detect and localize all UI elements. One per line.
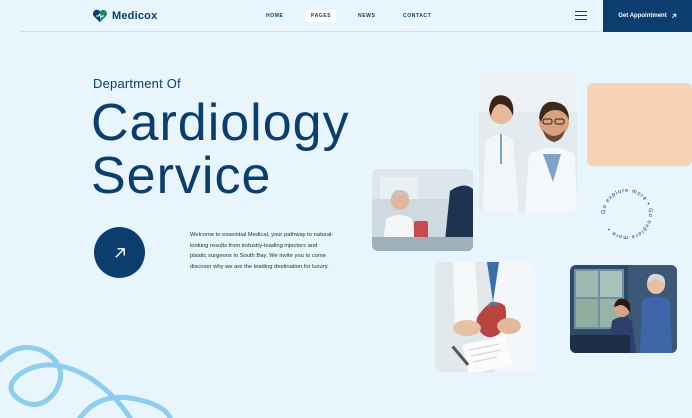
get-appointment-label: Get Appointment bbox=[618, 13, 667, 19]
circular-text: Go explore more • Go explore more • bbox=[601, 188, 653, 240]
hamburger-menu-icon[interactable] bbox=[575, 11, 587, 21]
heart-logo-icon bbox=[93, 9, 107, 23]
header-divider bbox=[20, 31, 602, 32]
doctor-desk-photo bbox=[372, 169, 473, 251]
peach-decor-block bbox=[587, 83, 692, 166]
swirl-decor bbox=[0, 345, 173, 418]
arrow-up-right-icon bbox=[671, 13, 676, 19]
get-appointment-button[interactable]: Get Appointment bbox=[603, 0, 692, 32]
hero-arrow-button[interactable] bbox=[94, 227, 145, 278]
doctors-photo bbox=[479, 72, 577, 212]
brand-logo[interactable]: Medicox bbox=[92, 9, 157, 23]
hero-subtitle: Department Of bbox=[93, 76, 181, 91]
hero-description: Welcome to esseintial Medical, your path… bbox=[190, 232, 334, 270]
site-header: Medicox HOME PAGES NEWS CONTACT Get Appo… bbox=[0, 0, 692, 32]
explore-more-circular-badge[interactable]: Go explore more • Go explore more • bbox=[598, 185, 656, 243]
arrow-up-right-icon bbox=[114, 247, 125, 258]
consultation-photo bbox=[570, 265, 677, 353]
heart-model-photo bbox=[435, 262, 535, 372]
brand-name: Medicox bbox=[112, 10, 158, 22]
nav-item-news[interactable]: NEWS bbox=[353, 10, 380, 22]
hero-title-line2: Service bbox=[91, 147, 272, 205]
nav-item-contact[interactable]: CONTACT bbox=[398, 10, 436, 22]
nav-item-pages[interactable]: PAGES bbox=[306, 10, 337, 22]
nav-item-home[interactable]: HOME bbox=[261, 10, 288, 22]
hero-title-line1: Cardiology bbox=[91, 94, 350, 152]
